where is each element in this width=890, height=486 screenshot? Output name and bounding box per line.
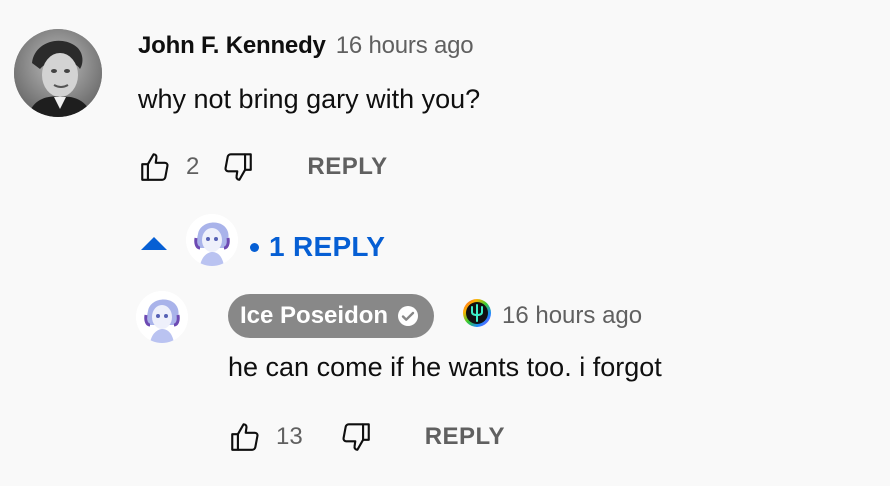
channel-owner-badge[interactable]: Ice Poseidon (228, 294, 435, 338)
reply-author-avatar[interactable] (136, 291, 188, 343)
comment-timestamp[interactable]: 16 hours ago (336, 32, 474, 60)
reply-author-name: Ice Poseidon (240, 302, 389, 329)
view-replies-button[interactable]: 1 REPLY (250, 231, 385, 263)
reply-text: he can come if he wants too. i forgot (228, 352, 662, 382)
new-reply-dot (250, 242, 259, 252)
check-circle-icon (398, 306, 419, 326)
thumbs-up-icon[interactable] (228, 420, 262, 454)
reply-like-count: 13 (276, 423, 303, 450)
hide-replies-toggle[interactable] (141, 215, 167, 250)
anime-avatar-icon (136, 291, 188, 343)
like-count: 2 (186, 153, 200, 180)
avatar-photo-icon (14, 29, 102, 117)
reply-button[interactable]: REPLY (425, 423, 505, 451)
reply-actions: 13 REPLY (228, 420, 505, 454)
comment-header: John F. Kennedy 16 hours ago (138, 32, 474, 60)
thumbs-up-icon[interactable] (138, 150, 172, 184)
commenter-avatar[interactable] (14, 29, 102, 117)
caret-up-icon (141, 237, 167, 250)
comment-text: why not bring gary with you? (138, 84, 481, 114)
reply-button[interactable]: REPLY (307, 153, 387, 181)
thumbs-down-icon[interactable] (221, 150, 255, 184)
reply-timestamp[interactable]: 16 hours ago (502, 302, 642, 330)
replies-count-label: 1 REPLY (269, 231, 386, 262)
thumbs-down-icon[interactable] (339, 420, 373, 454)
anime-avatar-icon (186, 214, 238, 266)
comment-actions: 2 REPLY (138, 150, 388, 184)
rainbow-trident-icon (463, 299, 491, 327)
comment-author-name[interactable]: John F. Kennedy (138, 32, 326, 60)
reply-author-avatar-small (186, 214, 238, 266)
